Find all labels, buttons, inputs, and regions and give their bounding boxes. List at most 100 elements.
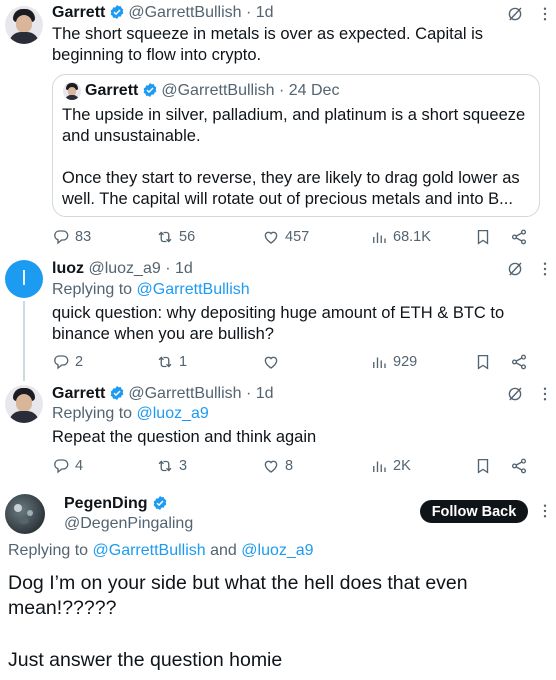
verified-badge-icon	[142, 82, 158, 98]
author-handle[interactable]: @luoz_a9	[88, 260, 160, 277]
views-button[interactable]: 68.1K	[370, 227, 431, 247]
repost-button[interactable]: 1	[156, 352, 187, 372]
tweet-text: The short squeeze in metals is over as e…	[52, 25, 484, 64]
like-count: 457	[285, 229, 310, 245]
grok-icon[interactable]	[506, 5, 524, 23]
views-button[interactable]: 2K	[370, 456, 411, 476]
repost-count: 3	[179, 458, 188, 474]
garrett-avatar[interactable]	[5, 6, 43, 44]
more-icon[interactable]	[536, 502, 554, 520]
views-icon	[370, 228, 388, 246]
reply-count: 4	[75, 458, 84, 474]
like-button[interactable]: 457	[262, 227, 309, 247]
reply-icon	[52, 457, 70, 475]
tweet-garrett-2[interactable]: Garrett @GarrettBullish · 1d Replying to …	[0, 380, 556, 485]
views-count: 68.1K	[393, 229, 431, 245]
share-icon	[510, 457, 528, 475]
pegending-avatar[interactable]	[5, 494, 45, 534]
replying-prefix: Replying to	[52, 281, 133, 298]
share-icon	[510, 228, 528, 246]
views-count: 929	[393, 354, 418, 370]
mention-link-garrett[interactable]: @GarrettBullish	[93, 542, 206, 559]
garrett-avatar[interactable]	[5, 385, 43, 423]
mention-link-luoz[interactable]: @luoz_a9	[241, 542, 313, 559]
quote-text-1: The upside in silver, palladium, and pla…	[62, 106, 526, 145]
repost-icon	[156, 353, 174, 371]
reply-button[interactable]: 4	[52, 456, 83, 476]
author-name[interactable]: Garrett	[52, 385, 105, 402]
tweet-actions: 2 1 929	[52, 352, 532, 372]
replying-to: Replying to @GarrettBullish	[52, 280, 250, 300]
like-button[interactable]	[262, 352, 285, 372]
reply-count: 83	[75, 229, 92, 245]
timestamp[interactable]: · 1d	[246, 4, 274, 21]
tweet-text-1: Dog I’m on your side but what the hell d…	[8, 572, 468, 619]
mention-link[interactable]: @GarrettBullish	[137, 281, 250, 298]
repost-button[interactable]: 3	[156, 456, 187, 476]
tweet-actions: 83 56 457 68.1K	[52, 227, 532, 247]
more-icon[interactable]	[536, 5, 554, 23]
author-handle[interactable]: @GarrettBullish	[128, 385, 241, 402]
quote-avatar[interactable]	[63, 82, 81, 100]
like-icon	[262, 353, 280, 371]
views-button[interactable]: 929	[370, 352, 417, 372]
quote-header: Garrett @GarrettBullish · 24 Dec	[85, 81, 339, 101]
quote-author-handle[interactable]: @GarrettBullish	[161, 82, 274, 99]
share-icon	[510, 353, 528, 371]
mention-link[interactable]: @luoz_a9	[137, 405, 209, 422]
grok-icon[interactable]	[506, 260, 524, 278]
tweet-garrett-1[interactable]: Garrett @GarrettBullish · 1d The short sq…	[0, 0, 556, 255]
tweet-header: luoz @luoz_a9 · 1d	[52, 259, 193, 279]
author-name[interactable]: Garrett	[52, 4, 105, 21]
reply-button[interactable]: 2	[52, 352, 83, 372]
author-handle[interactable]: @GarrettBullish	[128, 4, 241, 21]
quote-text-2: Once they start to reverse, they are lik…	[62, 169, 520, 208]
bookmark-icon	[474, 228, 492, 246]
bookmark-button[interactable]	[474, 227, 497, 247]
more-icon[interactable]	[536, 260, 554, 278]
like-icon	[262, 228, 280, 246]
reply-icon	[52, 228, 70, 246]
author-handle[interactable]: @DegenPingaling	[64, 514, 193, 534]
tweet-luoz[interactable]: l luoz @luoz_a9 · 1d Replying to @Garret…	[0, 255, 556, 381]
replying-and: and	[210, 542, 237, 559]
bookmark-button[interactable]	[474, 352, 497, 372]
tweet-actions: 4 3 8 2K	[52, 456, 532, 476]
tweet-header: Garrett @GarrettBullish · 1d	[52, 384, 274, 404]
quote-author-name[interactable]: Garrett	[85, 82, 138, 99]
replying-prefix: Replying to	[52, 405, 133, 422]
replying-prefix: Replying to	[8, 542, 89, 559]
like-button[interactable]: 8	[262, 456, 293, 476]
luoz-avatar[interactable]: l	[5, 260, 43, 298]
timestamp[interactable]: · 1d	[165, 260, 193, 277]
repost-icon	[156, 228, 174, 246]
replying-to: Replying to @luoz_a9	[52, 404, 209, 424]
tweet-text: Repeat the question and think again	[52, 428, 317, 446]
like-count: 8	[285, 458, 294, 474]
repost-button[interactable]: 56	[156, 227, 195, 247]
reply-button[interactable]: 83	[52, 227, 91, 247]
repost-count: 1	[179, 354, 188, 370]
share-button[interactable]	[510, 352, 533, 372]
author-name[interactable]: PegenDing	[64, 495, 148, 512]
quote-timestamp[interactable]: · 24 Dec	[279, 82, 339, 99]
author-name[interactable]: luoz	[52, 260, 84, 277]
views-icon	[370, 353, 388, 371]
tweet-header: Garrett @GarrettBullish · 1d	[52, 3, 274, 23]
grok-icon[interactable]	[506, 385, 524, 403]
tweet-text-2: Just answer the question homie	[8, 649, 283, 671]
quoted-tweet[interactable]: Garrett @GarrettBullish · 24 Dec The upsi…	[52, 74, 540, 217]
share-button[interactable]	[510, 456, 533, 476]
repost-icon	[156, 457, 174, 475]
verified-badge-icon	[109, 4, 125, 20]
thread-line	[23, 301, 25, 381]
follow-back-button[interactable]: Follow Back	[420, 500, 528, 523]
bookmark-button[interactable]	[474, 456, 497, 476]
reply-count: 2	[75, 354, 84, 370]
more-icon[interactable]	[536, 385, 554, 403]
share-button[interactable]	[510, 227, 533, 247]
timestamp[interactable]: · 1d	[246, 385, 274, 402]
views-count: 2K	[393, 458, 411, 474]
repost-count: 56	[179, 229, 196, 245]
tweet-text: quick question: why depositing huge amou…	[52, 304, 505, 343]
